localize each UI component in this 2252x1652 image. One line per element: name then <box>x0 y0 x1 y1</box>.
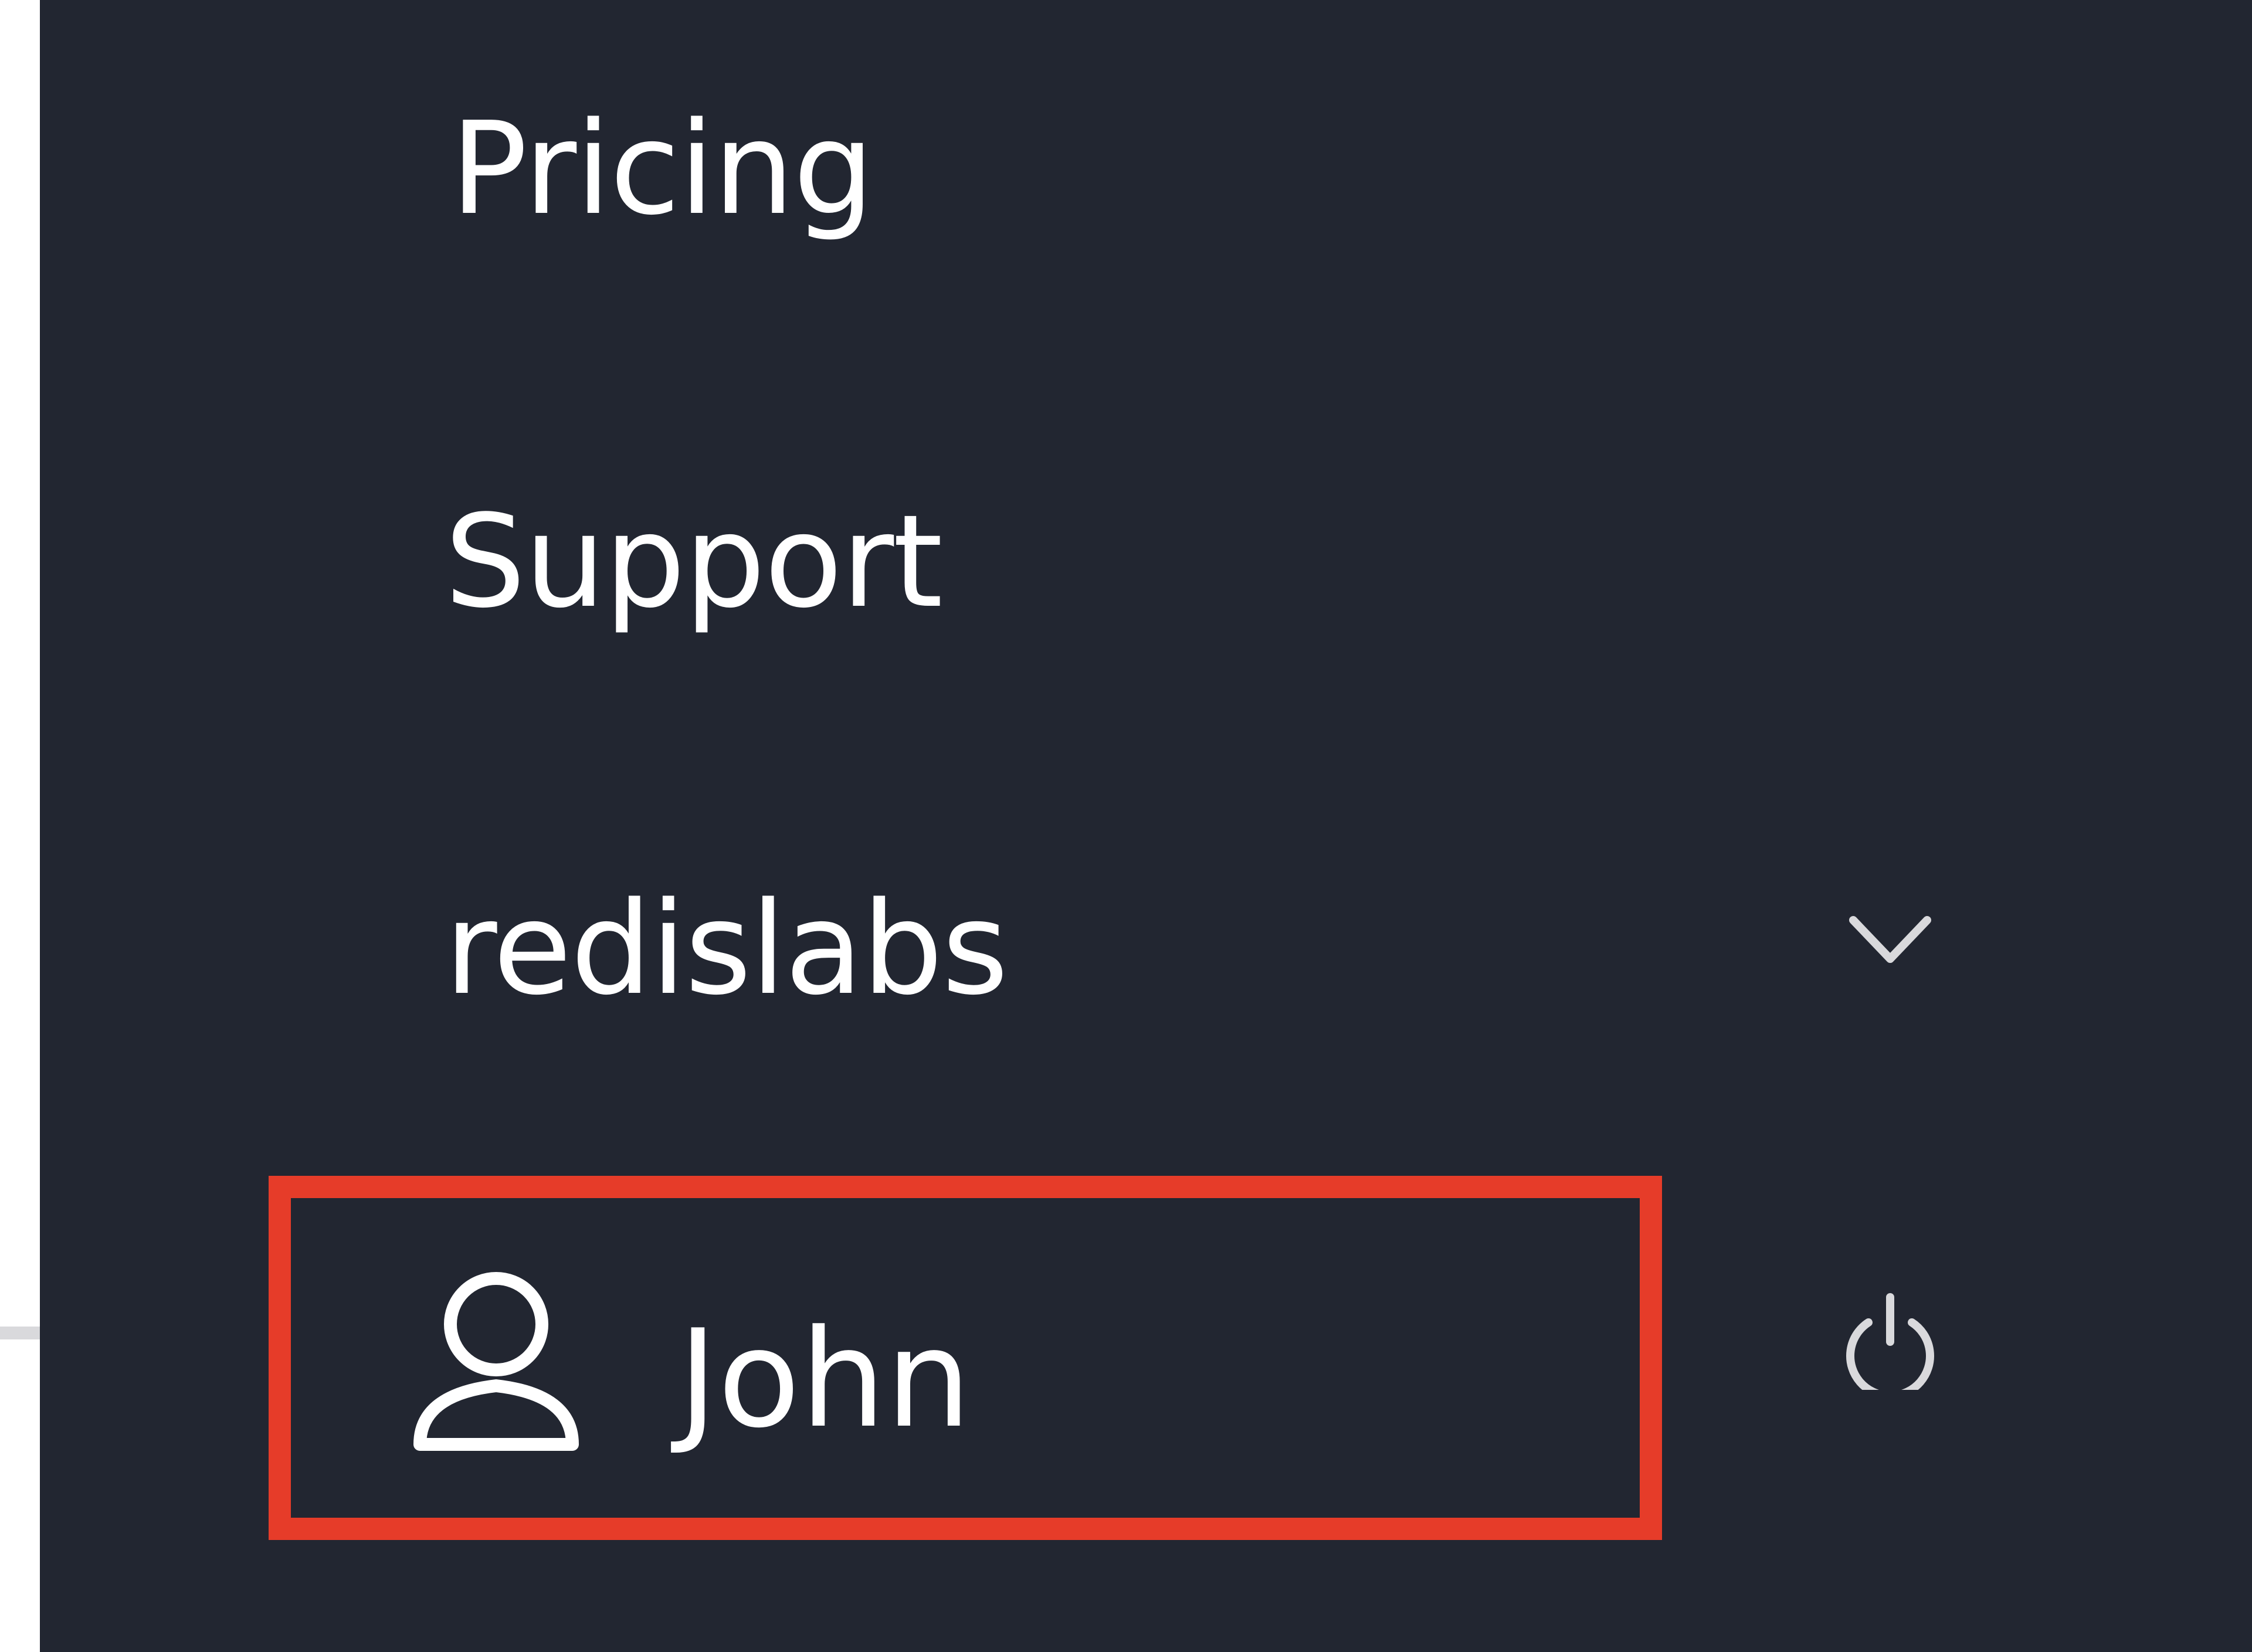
nav-item-pricing[interactable]: Pricing <box>450 106 874 233</box>
nav-item-support[interactable]: Support <box>445 498 943 626</box>
content-divider <box>0 1327 40 1339</box>
page: Pricing Support redislabs John <box>0 0 2252 1652</box>
organization-selector[interactable]: redislabs <box>445 886 1009 1013</box>
user-profile-link[interactable]: John <box>269 1176 1662 1540</box>
chevron-down-icon[interactable] <box>1846 912 1934 971</box>
user-name: John <box>678 1301 972 1458</box>
sidebar-menu: Pricing Support redislabs John <box>40 0 2252 1652</box>
user-icon <box>413 1272 579 1451</box>
power-icon[interactable] <box>1843 1290 1937 1390</box>
